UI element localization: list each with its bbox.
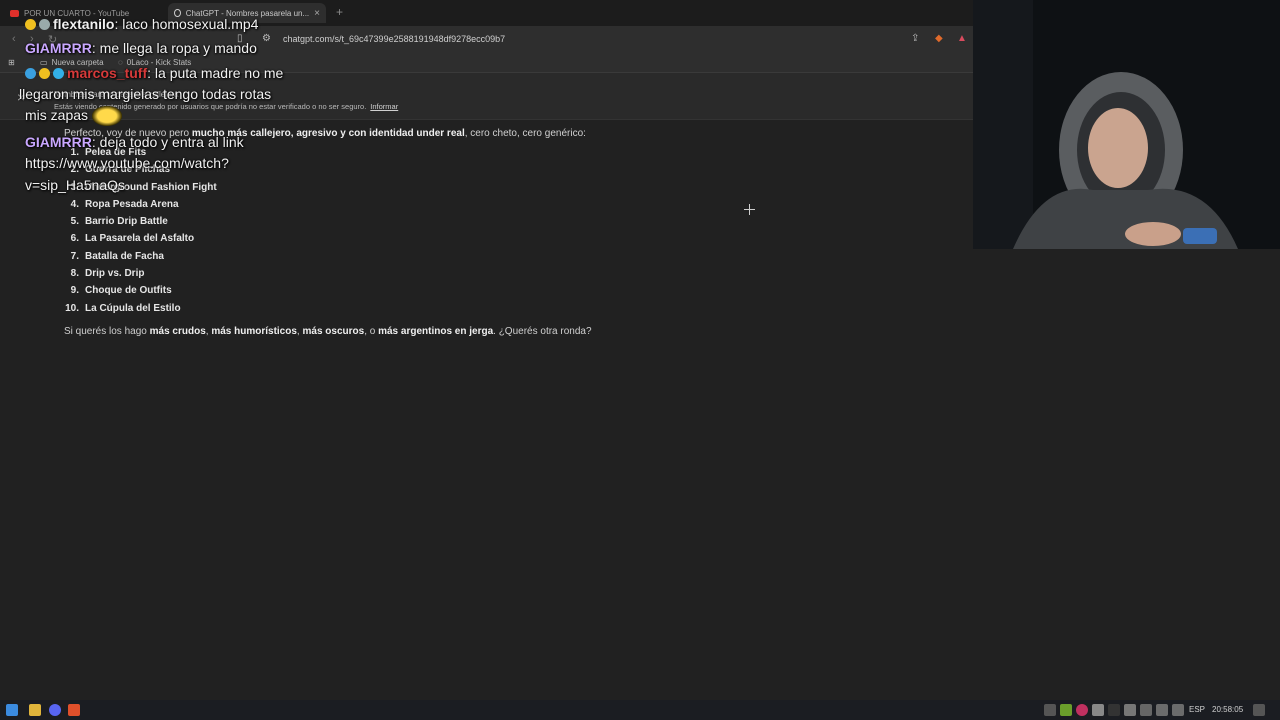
start-icon[interactable] [6, 704, 18, 716]
chat-message: GIAMRRR: me llega la ropa y mando [25, 40, 257, 56]
battery-icon[interactable] [1140, 704, 1152, 716]
diamond-badge-icon [53, 68, 64, 79]
clock[interactable]: 20:58:05 [1212, 705, 1243, 714]
wifi-icon[interactable] [1156, 704, 1168, 716]
crosshair-cursor-icon [744, 204, 755, 215]
file-explorer-icon[interactable] [29, 704, 41, 716]
volume-icon[interactable] [1172, 704, 1184, 716]
notifications-icon[interactable] [1253, 704, 1265, 716]
chat-message-continued: https://www.youtube.com/watch? [25, 155, 229, 171]
url-field[interactable]: chatgpt.com/s/t_69c47399e2588191948df927… [283, 34, 505, 44]
list-item: 8. Drip vs. Drip [70, 268, 145, 280]
emote-badge-icon [39, 19, 50, 30]
list-item: 7. Batalla de Facha [70, 250, 164, 262]
list-item: 9. Choque de Outfits [70, 285, 172, 297]
brave-shield-icon[interactable]: ◆ [935, 33, 943, 44]
steam-icon[interactable] [1108, 704, 1120, 716]
chat-message: GIAMRRR: deja todo y entra al link [25, 134, 244, 150]
list-item: 6. La Pasarela del Asfalto [70, 233, 195, 245]
chat-message-continued: v=sip_Ha5naQs [25, 177, 126, 193]
microphone-icon[interactable] [1124, 704, 1136, 716]
list-item: 10. La Cúpula del Estilo [65, 302, 181, 314]
sword-badge-icon [25, 68, 36, 79]
share-icon[interactable]: ⇪ [911, 33, 919, 44]
network-icon[interactable] [1092, 704, 1104, 716]
badge-icon [39, 68, 50, 79]
chat-message: flextanilo: laco homosexual.mp4 [25, 14, 258, 35]
taskbar: ESP 20:58:05 [0, 700, 1280, 720]
outro-paragraph: Si querés los hago más crudos, más humor… [64, 326, 592, 337]
site-settings-icon[interactable]: ⚙ [262, 33, 271, 44]
tray-icon[interactable] [1044, 704, 1056, 716]
brave-browser-icon[interactable] [68, 704, 80, 716]
streamer-image [973, 0, 1280, 249]
apps-grid-icon[interactable]: ⊞ [8, 58, 15, 67]
chat-message: marcos_tuff: la puta madre no me [25, 63, 283, 84]
discord-icon[interactable] [49, 704, 61, 716]
badge-icon [25, 19, 36, 30]
record-icon[interactable] [1076, 704, 1088, 716]
language-indicator[interactable]: ESP [1189, 705, 1205, 714]
back-icon[interactable]: ‹ [12, 33, 16, 45]
chat-message-continued: mis zapas [25, 105, 122, 127]
chat-message-continued: llegaron mis margielas tengo todas rotas [19, 86, 272, 102]
new-tab-button[interactable]: + [336, 5, 343, 19]
close-tab-icon[interactable]: × [314, 8, 320, 19]
webcam-feed [973, 0, 1280, 249]
rewards-icon[interactable]: ▲ [957, 33, 967, 44]
list-item: 4. Ropa Pesada Arena [70, 198, 179, 210]
list-item: 5. Barrio Drip Battle [70, 216, 168, 228]
youtube-icon [10, 9, 19, 17]
emote-icon [91, 106, 122, 127]
nvidia-icon[interactable] [1060, 704, 1072, 716]
report-link[interactable]: Informar [370, 102, 398, 111]
